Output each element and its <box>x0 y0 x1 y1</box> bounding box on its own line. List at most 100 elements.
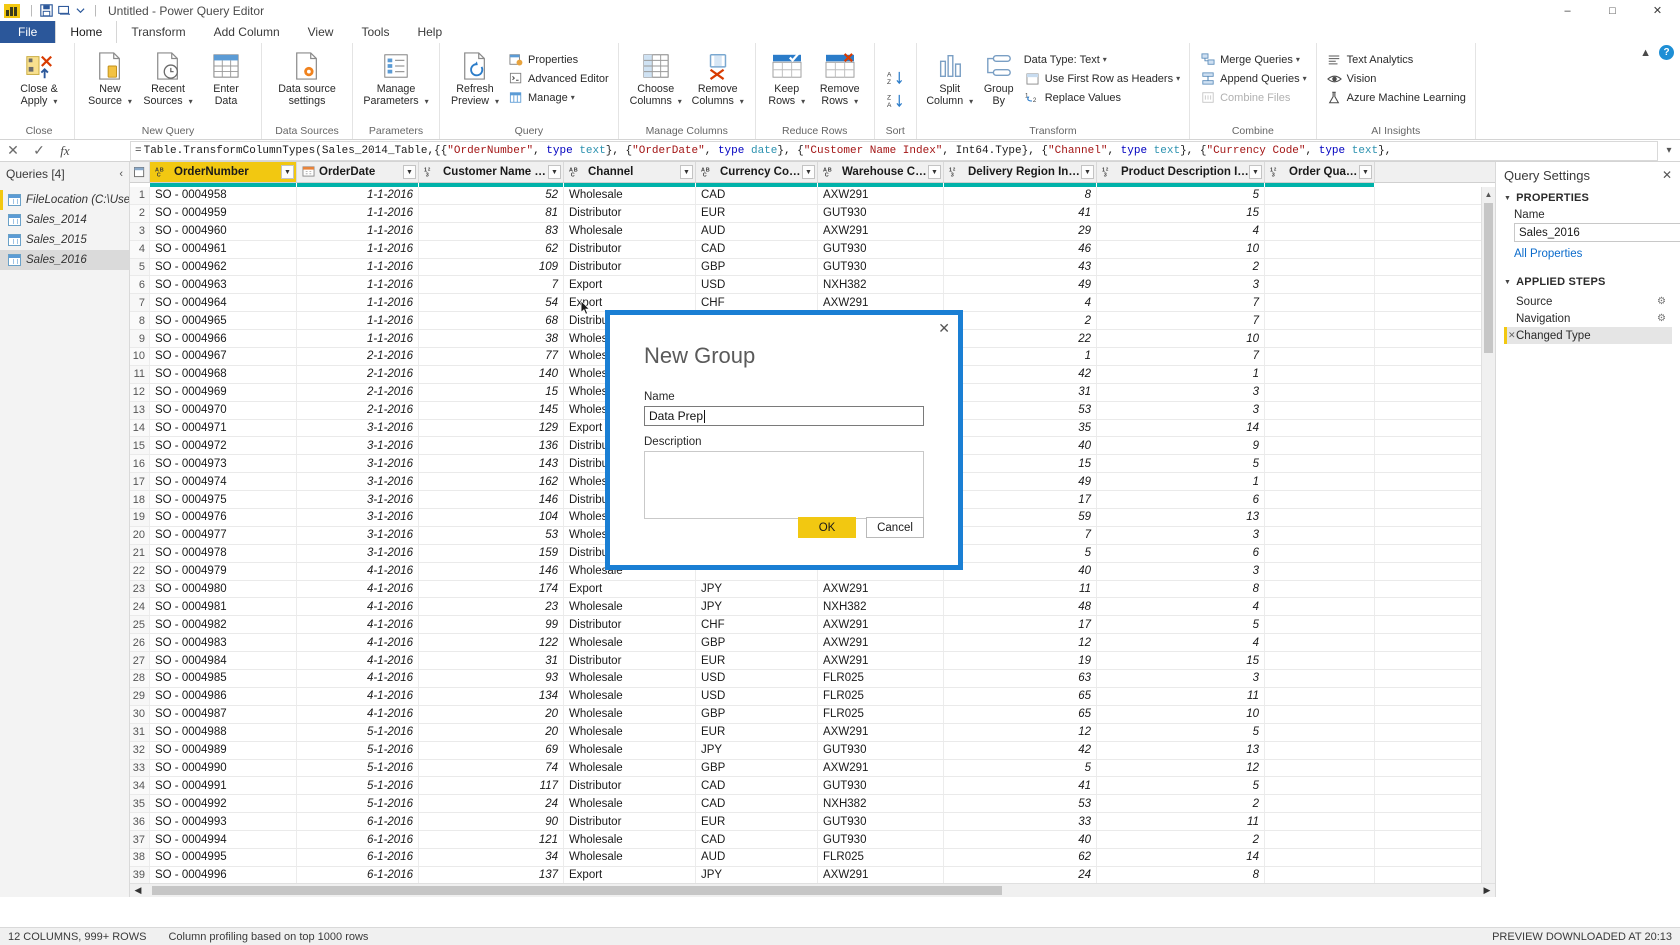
table-cell[interactable]: SO - 0004989 <box>150 741 297 759</box>
table-cell[interactable]: 4 <box>1097 598 1265 616</box>
table-cell[interactable]: Wholesale <box>564 687 696 705</box>
table-cell[interactable]: SO - 0004978 <box>150 544 297 562</box>
column-header-8[interactable]: 123 Order Quantity▼ <box>1265 162 1375 182</box>
table-cell[interactable]: 12 <box>1097 759 1265 777</box>
table-cell[interactable]: CAD <box>696 795 818 813</box>
table-cell[interactable]: Wholesale <box>564 831 696 848</box>
table-cell[interactable]: AUD <box>696 222 818 240</box>
close-and-apply-button[interactable]: Close & Apply ▾ <box>10 46 68 107</box>
table-row[interactable]: 28 SO - 0004985 4-1-2016 93 Wholesale USD FLR0… <box>130 670 1495 688</box>
table-cell[interactable]: 4 <box>944 294 1097 312</box>
table-cell[interactable]: 49 <box>944 276 1097 294</box>
table-cell[interactable]: Wholesale <box>564 222 696 240</box>
column-filter-dropdown-icon[interactable]: ▼ <box>802 165 815 179</box>
table-cell[interactable]: 23 <box>419 598 564 616</box>
table-cell[interactable]: 140 <box>419 365 564 383</box>
table-cell[interactable]: AXW291 <box>818 759 944 777</box>
formula-accept-button[interactable]: ✓ <box>26 142 52 159</box>
table-cell[interactable]: 53 <box>419 526 564 544</box>
column-header-4[interactable]: A B C Currency Code ▼ <box>696 162 818 182</box>
table-cell[interactable]: 1-1-2016 <box>297 258 419 276</box>
table-cell[interactable]: 1-1-2016 <box>297 204 419 222</box>
use-first-row-as-headers-button[interactable]: Use First Row as Headers ▾ <box>1021 69 1183 88</box>
sort-ascending-button[interactable]: AZ <box>881 68 910 91</box>
table-cell[interactable]: 5-1-2016 <box>297 723 419 741</box>
scroll-left-icon[interactable]: ◀ <box>130 885 146 896</box>
table-cell[interactable]: AXW291 <box>818 222 944 240</box>
table-cell[interactable]: 6-1-2016 <box>297 813 419 831</box>
close-dialog-button[interactable]: ✕ <box>938 320 950 337</box>
table-cell[interactable] <box>1265 401 1375 419</box>
table-cell[interactable]: SO - 0004985 <box>150 670 297 687</box>
group-by-button[interactable]: Group By <box>977 46 1021 107</box>
table-cell[interactable]: 29 <box>944 222 1097 240</box>
column-filter-dropdown-icon[interactable]: ▼ <box>548 165 561 179</box>
table-row[interactable]: 34 SO - 0004991 5-1-2016 117 Distributor CAD G… <box>130 777 1495 796</box>
table-cell[interactable]: 10 <box>1097 705 1265 723</box>
table-cell[interactable]: Wholesale <box>564 187 696 204</box>
table-cell[interactable]: SO - 0004993 <box>150 813 297 831</box>
table-cell[interactable] <box>1265 580 1375 598</box>
table-cell[interactable]: SO - 0004991 <box>150 777 297 795</box>
table-cell[interactable] <box>1265 652 1375 670</box>
table-row[interactable]: 38 SO - 0004995 6-1-2016 34 Wholesale AUD FLR0… <box>130 848 1495 867</box>
table-cell[interactable]: 48 <box>944 598 1097 616</box>
table-cell[interactable]: 43 <box>944 258 1097 276</box>
table-cell[interactable]: GUT930 <box>818 240 944 258</box>
table-cell[interactable]: Export <box>564 580 696 598</box>
table-cell[interactable]: 117 <box>419 777 564 795</box>
table-cell[interactable] <box>1265 544 1375 562</box>
table-row[interactable]: 3 SO - 0004960 1-1-2016 83 Wholesale AUD AXW29… <box>130 222 1495 241</box>
table-cell[interactable]: SO - 0004973 <box>150 455 297 473</box>
applied-step-1[interactable]: Navigation ⚙ <box>1504 310 1672 327</box>
table-cell[interactable]: 7 <box>1097 312 1265 330</box>
table-cell[interactable]: Export <box>564 866 696 883</box>
table-cell[interactable] <box>1265 419 1375 437</box>
table-cell[interactable]: Distributor <box>564 616 696 634</box>
table-cell[interactable] <box>1265 795 1375 813</box>
table-row[interactable]: 31 SO - 0004988 5-1-2016 20 Wholesale EUR AXW2… <box>130 723 1495 742</box>
table-cell[interactable]: SO - 0004961 <box>150 240 297 258</box>
choose-columns-button[interactable]: Choose Columns ▾ <box>625 46 687 107</box>
table-row[interactable]: 30 SO - 0004987 4-1-2016 20 Wholesale GBP FLR0… <box>130 705 1495 724</box>
table-cell[interactable]: 3-1-2016 <box>297 544 419 562</box>
table-cell[interactable]: USD <box>696 276 818 294</box>
table-cell[interactable] <box>1265 348 1375 365</box>
table-cell[interactable]: AXW291 <box>818 187 944 204</box>
table-cell[interactable]: SO - 0004982 <box>150 616 297 634</box>
table-cell[interactable]: 4-1-2016 <box>297 634 419 652</box>
table-cell[interactable]: 1-1-2016 <box>297 330 419 348</box>
table-cell[interactable]: CAD <box>696 240 818 258</box>
table-cell[interactable]: 42 <box>944 365 1097 383</box>
table-cell[interactable]: 41 <box>944 777 1097 795</box>
collapse-queries-pane-button[interactable]: ‹ <box>119 168 123 180</box>
table-cell[interactable]: 2-1-2016 <box>297 383 419 401</box>
ok-button[interactable]: OK <box>798 517 856 538</box>
tab-file[interactable]: File <box>0 21 56 43</box>
column-filter-dropdown-icon[interactable]: ▼ <box>1359 165 1372 179</box>
column-header-3[interactable]: A B C Channel ▼ <box>564 162 696 182</box>
table-cell[interactable]: 5-1-2016 <box>297 759 419 777</box>
table-cell[interactable]: 81 <box>419 204 564 222</box>
horizontal-scroll-thumb[interactable] <box>152 886 1002 895</box>
table-cell[interactable]: 121 <box>419 831 564 848</box>
table-cell[interactable]: 10 <box>1097 330 1265 348</box>
table-row[interactable]: 29 SO - 0004986 4-1-2016 134 Wholesale USD FLR… <box>130 687 1495 706</box>
table-cell[interactable]: 143 <box>419 455 564 473</box>
table-cell[interactable] <box>1265 616 1375 634</box>
table-cell[interactable]: 59 <box>944 509 1097 526</box>
table-cell[interactable]: 3-1-2016 <box>297 473 419 491</box>
table-cell[interactable]: 15 <box>1097 204 1265 222</box>
table-cell[interactable]: FLR025 <box>818 670 944 687</box>
table-cell[interactable] <box>1265 705 1375 723</box>
azure-machine-learning-button[interactable]: Azure Machine Learning <box>1323 88 1469 107</box>
tab-help[interactable]: Help <box>403 21 456 43</box>
table-cell[interactable]: SO - 0004979 <box>150 562 297 580</box>
table-cell[interactable]: GUT930 <box>818 741 944 759</box>
data-source-settings-button[interactable]: Data source settings <box>268 46 346 107</box>
table-cell[interactable]: USD <box>696 687 818 705</box>
table-cell[interactable]: 69 <box>419 741 564 759</box>
table-cell[interactable]: GBP <box>696 705 818 723</box>
table-cell[interactable]: SO - 0004965 <box>150 312 297 330</box>
vision-button[interactable]: Vision <box>1323 69 1469 88</box>
